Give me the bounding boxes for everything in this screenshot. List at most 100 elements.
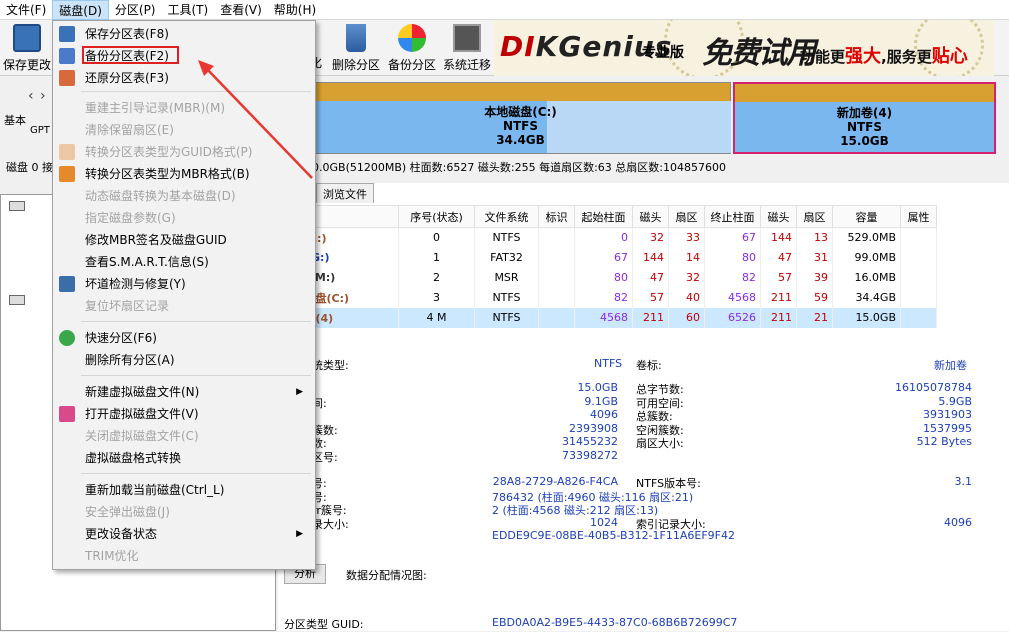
disk-type-gpt: GPT	[30, 125, 50, 136]
fs-info-field: 1537995	[923, 421, 972, 435]
table-row[interactable]: ESP(G:)1FAT32671441480473199.0MB	[278, 247, 937, 268]
menu-disk[interactable]: 磁盘(D)	[52, 0, 109, 20]
menu-partition[interactable]: 分区(P)	[109, 0, 162, 20]
nav-back-icon[interactable]: ‹	[28, 88, 34, 104]
tab-browse-files[interactable]: 浏览文件	[316, 183, 374, 203]
edition-label: 专业版	[642, 45, 684, 61]
nav-forward-icon[interactable]: ›	[40, 88, 46, 104]
menu-item[interactable]: 查看S.M.A.R.T.信息(S)	[55, 251, 313, 273]
table-cell	[538, 267, 575, 288]
alloc-map-label: 数据分配情况图:	[346, 569, 427, 582]
partition-bar-new[interactable]: 新加卷(4) NTFS 15.0GB	[733, 82, 996, 154]
menu-item-label: 重新加载当前磁盘(Ctrl_L)	[85, 483, 225, 497]
table-header[interactable]: 扇区	[796, 205, 833, 228]
table-cell: 80	[574, 267, 633, 288]
table-header[interactable]: 文件系统	[474, 205, 539, 228]
disk-menu-dropdown: 保存分区表(F8) 备份分区表(F2) 还原分区表(F3) 重建主引导记录(MBR)(…	[52, 20, 316, 570]
table-header[interactable]: 终止柱面	[704, 205, 761, 228]
menu-separator	[81, 321, 311, 322]
menu-item-label: 快速分区(F6)	[85, 331, 157, 345]
menu-item-label: 坏道检测与修复(Y)	[85, 277, 186, 291]
table-cell: 0	[398, 227, 475, 248]
table-header[interactable]: 磁头	[632, 205, 669, 228]
menu-item[interactable]: 转换分区表类型为MBR格式(B)	[55, 163, 313, 185]
menu-view[interactable]: 查看(V)	[214, 0, 268, 20]
table-header[interactable]: 扇区	[668, 205, 705, 228]
menu-item[interactable]: 新建虚拟磁盘文件(N) ▶	[55, 381, 313, 403]
windows-icon	[453, 24, 481, 52]
table-cell: 3	[398, 287, 475, 308]
partition-usage-bar	[735, 84, 994, 102]
save-disk-icon	[13, 24, 41, 52]
table-cell: FAT32	[474, 247, 539, 268]
expand-icon[interactable]	[9, 201, 25, 211]
menu-item: 转换分区表类型为GUID格式(P)	[55, 141, 313, 163]
partition-bar-c[interactable]: 本地磁盘(C:) NTFS 34.4GB	[310, 82, 731, 154]
menu-item[interactable]: 重新加载当前磁盘(Ctrl_L)	[55, 479, 313, 501]
fs-info-field: 扇区大小:	[636, 437, 684, 450]
menu-item[interactable]: 快速分区(F6)	[55, 327, 313, 349]
table-row[interactable]: MSR(M:)2MSR80473282573916.0MB	[278, 267, 937, 288]
menu-item[interactable]: 更改设备状态 ▶	[55, 523, 313, 545]
table-cell: NTFS	[474, 307, 539, 328]
submenu-arrow-icon: ▶	[296, 387, 303, 397]
table-row[interactable]: 本地磁盘(C:)3NTFS82574045682115934.4GB	[278, 287, 937, 308]
fs-info-field: EDDE9C9E-08BE-40B5-B312-1F11A6EF9F42	[492, 529, 735, 542]
delete-partition-button[interactable]: 删除分区	[330, 22, 382, 73]
table-header[interactable]: 起始柱面	[574, 205, 633, 228]
menu-item-label: 指定磁盘参数(G)	[85, 211, 176, 225]
table-cell: NTFS	[474, 227, 539, 248]
table-cell: 39	[796, 267, 833, 288]
tools-icon	[59, 276, 75, 292]
table-cell: MSR	[474, 267, 539, 288]
menu-item-label: 查看S.M.A.R.T.信息(S)	[85, 255, 209, 269]
menu-item-label: 虚拟磁盘格式转换	[85, 451, 182, 465]
fs-info-field: 3931903	[923, 408, 972, 421]
table-cell: 13	[796, 227, 833, 248]
table-cell: 40	[668, 287, 705, 308]
menu-item[interactable]: 修改MBR签名及磁盘GUID	[55, 229, 313, 251]
table-cell	[900, 287, 937, 308]
table-row[interactable]: 新加卷(4)4 MNTFS45682116065262112115.0GB	[278, 307, 937, 328]
partition-new-text: 新加卷(4) NTFS 15.0GB	[836, 106, 893, 148]
menu-item[interactable]: 删除所有分区(A)	[55, 349, 313, 371]
fs-info-section: 统类型: NTFS 卷标: 新加卷 :15.0GB总字节数:1610507878…	[278, 351, 1009, 631]
table-cell: 0	[574, 227, 633, 248]
system-migrate-button[interactable]: 系统迁移	[441, 22, 493, 73]
table-cell: 211	[632, 307, 669, 328]
menu-item[interactable]: 坏道检测与修复(Y)	[55, 273, 313, 295]
fs-info-field: 2 (柱面:4568 磁头:212 扇区:13)	[492, 504, 659, 517]
table-header[interactable]: 标识	[538, 205, 575, 228]
menu-separator	[81, 375, 311, 376]
table-cell: 32	[668, 267, 705, 288]
table-row[interactable]: 恢复(E:)0NTFS032336714413529.0MB	[278, 227, 937, 248]
menu-help[interactable]: 帮助(H)	[268, 0, 322, 20]
save-changes-button[interactable]: 保存更改	[2, 22, 52, 73]
menu-item[interactable]: 还原分区表(F3)	[55, 67, 313, 89]
disk-geometry-info: 0.0GB(51200MB) 柱面数:6527 磁头数:255 每道扇区数:63…	[312, 161, 726, 174]
expand-icon[interactable]	[9, 295, 25, 305]
menu-item-label: 清除保留扇区(E)	[85, 123, 174, 137]
table-cell: 47	[632, 267, 669, 288]
table-header[interactable]: 属性	[900, 205, 937, 228]
backup-partition-button[interactable]: 备份分区	[386, 22, 438, 73]
menu-item[interactable]: 虚拟磁盘格式转换	[55, 447, 313, 469]
table-header[interactable]: 容量	[832, 205, 901, 228]
menu-item[interactable]: 打开虚拟磁盘文件(V)	[55, 403, 313, 425]
partition-usage-bar	[311, 83, 730, 101]
partition-table: 序号(状态)文件系统标识起始柱面磁头扇区终止柱面磁头扇区容量属性 恢复(E:)0…	[278, 205, 937, 328]
menu-file[interactable]: 文件(F)	[0, 0, 52, 20]
table-cell: 1	[398, 247, 475, 268]
table-header[interactable]: 序号(状态)	[398, 205, 475, 228]
table-header[interactable]: 磁头	[760, 205, 797, 228]
fs-info-field: 15.0GB	[577, 381, 618, 394]
trash-icon	[346, 24, 366, 52]
table-cell: 31	[796, 247, 833, 268]
table-cell: 2	[398, 267, 475, 288]
fs-info-field: 录大小:	[312, 517, 349, 531]
fs-info-field: 5.9GB	[938, 394, 972, 408]
menu-item-label: 关闭虚拟磁盘文件(C)	[85, 429, 199, 443]
menu-item[interactable]: 保存分区表(F8)	[55, 23, 313, 45]
menu-tools[interactable]: 工具(T)	[162, 0, 215, 20]
fs-info-field: 4096	[590, 408, 618, 421]
